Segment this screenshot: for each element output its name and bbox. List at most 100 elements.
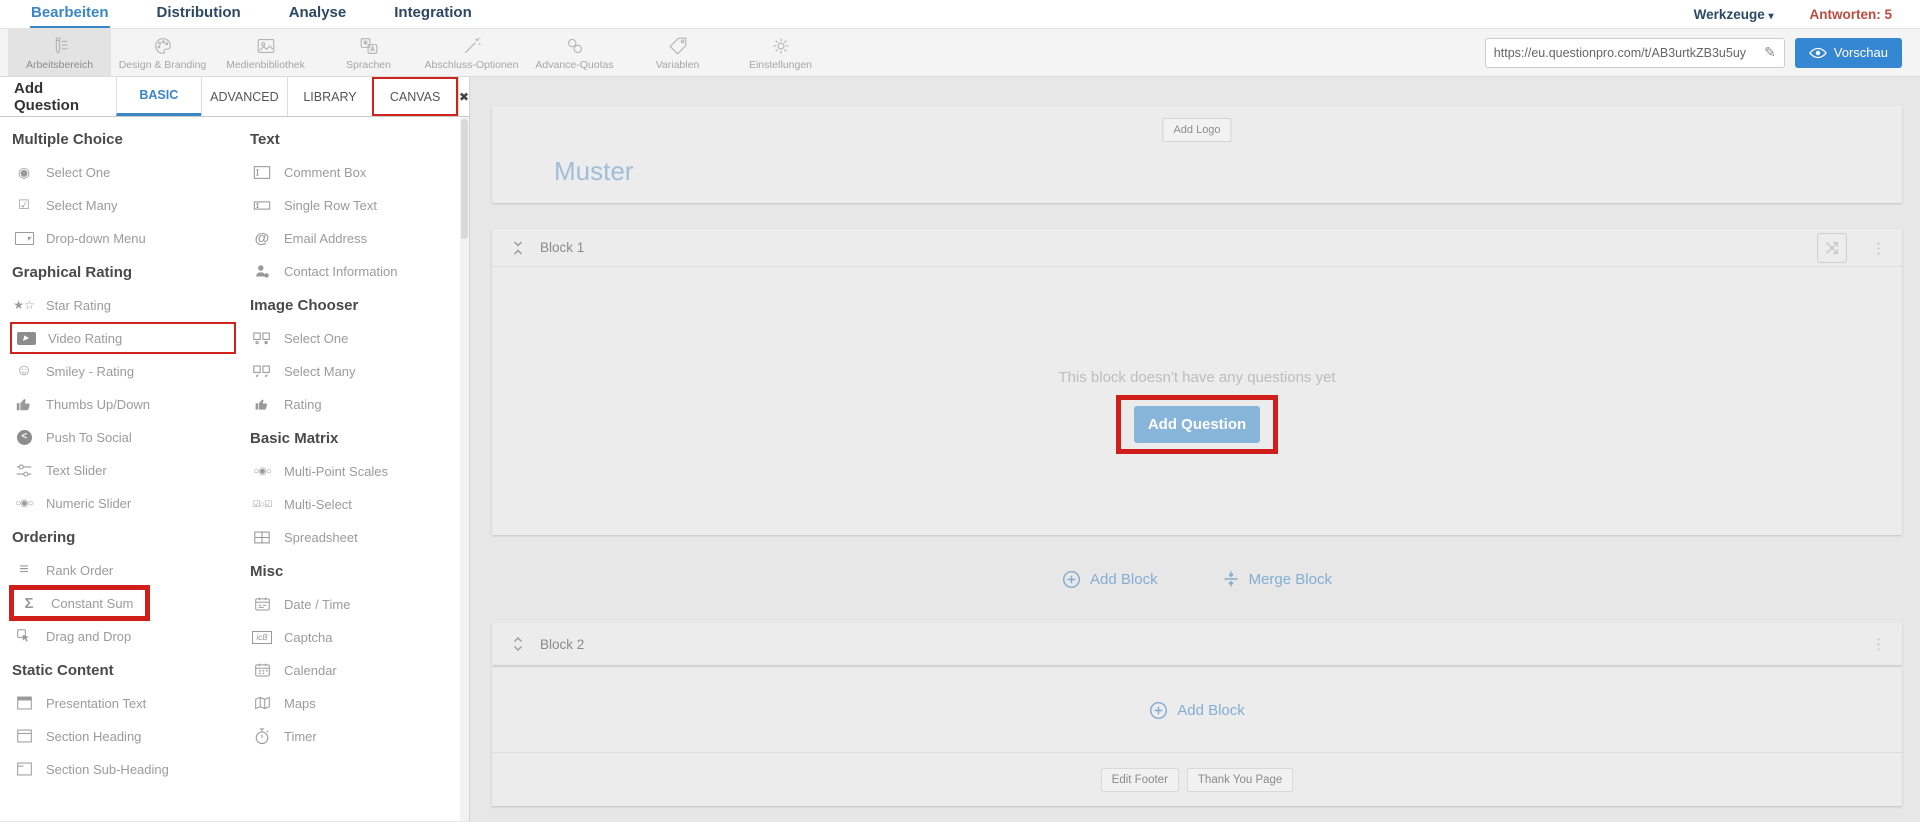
- multi-select-icon: ☑○☑: [250, 499, 274, 510]
- qtype-thumbs-up-down[interactable]: Thumbs Up/Down: [12, 393, 240, 415]
- add-logo-button[interactable]: Add Logo: [1162, 118, 1231, 142]
- toolbar-abschluss-optionen[interactable]: Abschluss-Optionen: [420, 29, 523, 76]
- nav-analyse[interactable]: Analyse: [288, 0, 348, 28]
- single-row-icon: [250, 199, 274, 212]
- section-heading: Graphical Rating: [12, 264, 240, 281]
- qtype-numeric-slider[interactable]: ○◉○ Numeric Slider: [12, 492, 240, 514]
- qtype-label: Multi-Point Scales: [284, 464, 388, 479]
- plus-circle-icon: [1149, 701, 1168, 720]
- pencil-icon[interactable]: ✎: [1758, 44, 1776, 61]
- qtype-select-one[interactable]: ◉ Select One: [12, 161, 240, 183]
- qtype-star-rating[interactable]: ★☆ Star Rating: [12, 294, 240, 316]
- qtype-email-address[interactable]: @ Email Address: [250, 227, 455, 249]
- expand-block-icon[interactable]: [512, 636, 526, 652]
- qtype-label: Comment Box: [284, 165, 366, 180]
- survey-url-input[interactable]: [1494, 46, 1758, 60]
- qtype-calendar[interactable]: Calendar: [250, 659, 455, 681]
- close-icon[interactable]: ✖: [458, 77, 469, 116]
- toolbar-label: Einstellungen: [749, 59, 812, 71]
- contact-icon: [250, 263, 274, 279]
- section-heading: Misc: [250, 563, 455, 580]
- numeric-slider-icon: ○◉○: [12, 498, 36, 509]
- qtype-spreadsheet[interactable]: Spreadsheet: [250, 526, 455, 548]
- qtype-captcha[interactable]: icB Captcha: [250, 626, 455, 648]
- tab-library[interactable]: LIBRARY: [287, 77, 373, 116]
- toolbar-einstellungen[interactable]: Einstellungen: [729, 29, 832, 76]
- panel-column-1: Multiple Choice ◉ Select One ☑ Select Ma…: [12, 119, 240, 811]
- qtype-maps[interactable]: Maps: [250, 692, 455, 714]
- toolbar-advance-quotas[interactable]: Advance-Quotas: [523, 29, 626, 76]
- tab-canvas[interactable]: CANVAS: [372, 77, 458, 116]
- qtype-comment-box[interactable]: Comment Box: [250, 161, 455, 183]
- share-icon: <: [12, 430, 36, 445]
- qtype-single-row-text[interactable]: Single Row Text: [250, 194, 455, 216]
- qtype-section-heading[interactable]: Section Heading: [12, 725, 240, 747]
- toolbar-variablen[interactable]: Variablen: [626, 29, 729, 76]
- qtype-multi-point-scales[interactable]: ○◉○ Multi-Point Scales: [250, 460, 455, 482]
- qtype-image-select-one[interactable]: Select One: [250, 327, 455, 349]
- qtype-text-slider[interactable]: Text Slider: [12, 459, 240, 481]
- responses-count[interactable]: Antworten: 5: [1810, 7, 1893, 22]
- qtype-constant-sum[interactable]: Σ Constant Sum: [17, 592, 133, 614]
- panel-scrollbar[interactable]: [460, 117, 469, 821]
- qtype-timer[interactable]: Timer: [250, 725, 455, 747]
- qtype-select-many[interactable]: ☑ Select Many: [12, 194, 240, 216]
- add-block-link[interactable]: Add Block: [1062, 570, 1158, 589]
- qtype-dropdown-menu[interactable]: ▾ Drop-down Menu: [12, 227, 240, 249]
- qtype-rank-order[interactable]: ≡ Rank Order: [12, 559, 240, 581]
- qtype-image-select-many[interactable]: Select Many: [250, 360, 455, 382]
- block-title[interactable]: Block 1: [540, 240, 584, 255]
- toolbar-design-branding[interactable]: Design & Branding: [111, 29, 214, 76]
- qtype-drag-and-drop[interactable]: Drag and Drop: [12, 625, 240, 647]
- qtype-image-rating[interactable]: Rating: [250, 393, 455, 415]
- kebab-menu-icon[interactable]: ⋮: [1871, 239, 1886, 257]
- qtype-presentation-text[interactable]: Presentation Text: [12, 692, 240, 714]
- nav-bearbeiten[interactable]: Bearbeiten: [30, 0, 110, 28]
- toolbar-label: Medienbibliothek: [226, 59, 305, 71]
- qtype-smiley-rating[interactable]: ☺ Smiley - Rating: [12, 360, 240, 382]
- qtype-label: Rating: [284, 397, 322, 412]
- qtype-multi-select[interactable]: ☑○☑ Multi-Select: [250, 493, 455, 515]
- block-title[interactable]: Block 2: [540, 637, 584, 652]
- thank-you-page-button[interactable]: Thank You Page: [1187, 768, 1293, 792]
- tab-advanced[interactable]: ADVANCED: [201, 77, 287, 116]
- chain-links-icon: [564, 35, 586, 57]
- survey-canvas: Add Logo Muster Block 1 ⋮ This block doe…: [470, 77, 1920, 821]
- edit-footer-button[interactable]: Edit Footer: [1101, 768, 1179, 792]
- nav-integration[interactable]: Integration: [393, 0, 473, 28]
- dropdown-icon: ▾: [12, 232, 36, 245]
- preview-button[interactable]: Vorschau: [1795, 38, 1902, 68]
- qtype-label: Calendar: [284, 663, 337, 678]
- block-2-header: Block 2 ⋮: [492, 623, 1902, 665]
- werkzeuge-dropdown[interactable]: Werkzeuge ▾: [1694, 7, 1774, 22]
- scrollbar-thumb[interactable]: [461, 119, 468, 239]
- highlight-box-video-rating: ▶ Video Rating: [10, 322, 236, 354]
- nav-distribution[interactable]: Distribution: [156, 0, 242, 28]
- qtype-push-to-social[interactable]: < Push To Social: [12, 426, 240, 448]
- toolbar-medienbibliothek[interactable]: Medienbibliothek: [214, 29, 317, 76]
- add-block-link-2[interactable]: Add Block: [1149, 701, 1245, 720]
- qtype-video-rating[interactable]: ▶ Video Rating: [14, 327, 234, 349]
- toolbar-arbeitsbereich[interactable]: Arbeitsbereich: [8, 29, 111, 76]
- merge-icon: [1222, 570, 1240, 588]
- workspace-icon: [49, 35, 71, 57]
- qtype-date-time[interactable]: Date / Time: [250, 593, 455, 615]
- image-rating-icon: [250, 396, 274, 412]
- randomize-questions-button[interactable]: [1817, 233, 1847, 263]
- merge-block-link[interactable]: Merge Block: [1222, 570, 1332, 588]
- film-icon: ▶: [14, 332, 38, 345]
- toolbar-sprachen[interactable]: Sprachen: [317, 29, 420, 76]
- qtype-label: Drag and Drop: [46, 629, 131, 644]
- section-heading: Multiple Choice: [12, 131, 240, 148]
- qtype-contact-information[interactable]: Contact Information: [250, 260, 455, 282]
- tab-basic[interactable]: BASIC: [116, 77, 202, 116]
- add-question-button[interactable]: Add Question: [1134, 406, 1260, 443]
- qtype-section-sub-heading[interactable]: Section Sub-Heading: [12, 758, 240, 780]
- spreadsheet-icon: [250, 530, 274, 545]
- collapse-block-icon[interactable]: [512, 240, 526, 256]
- kebab-menu-icon[interactable]: ⋮: [1871, 635, 1886, 653]
- media-library-icon: [255, 35, 277, 57]
- survey-title[interactable]: Muster: [554, 156, 633, 187]
- section-heading: Image Chooser: [250, 297, 455, 314]
- panel-body: Multiple Choice ◉ Select One ☑ Select Ma…: [0, 117, 469, 811]
